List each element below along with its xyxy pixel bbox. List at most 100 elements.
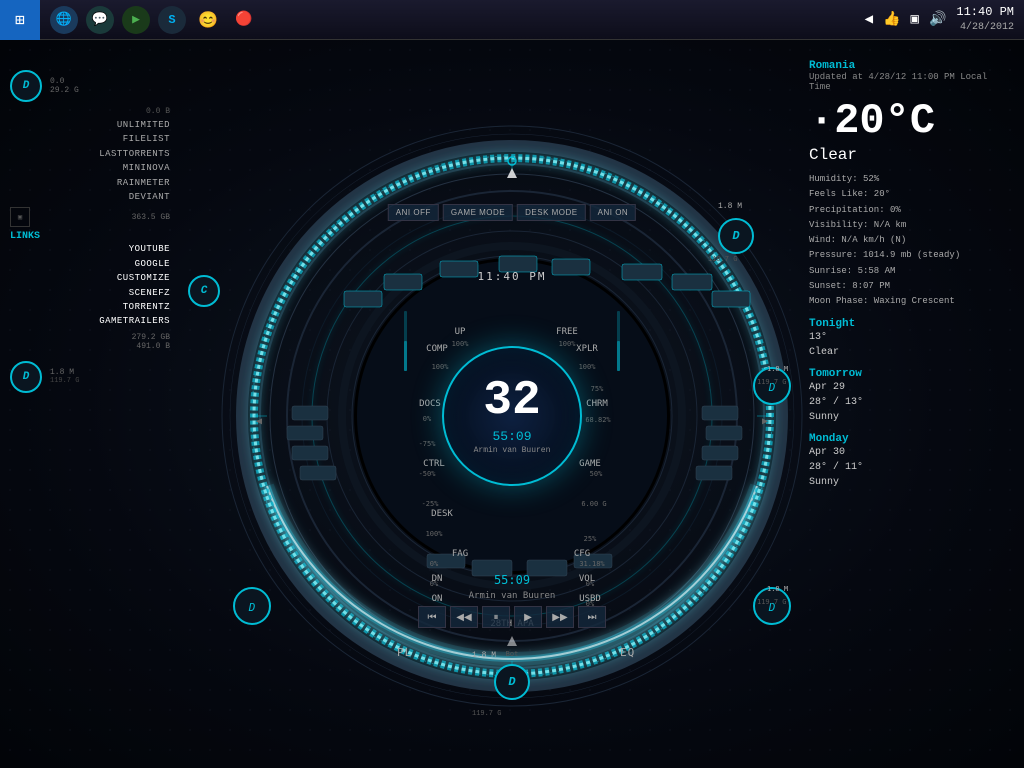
- svg-text:GAME: GAME: [579, 459, 601, 469]
- svg-text:100%: 100%: [426, 530, 444, 538]
- sunset: Sunset: 8:07 PM: [809, 279, 1009, 294]
- left-rainmeter[interactable]: RAINMETER: [10, 176, 170, 190]
- media-controls: ⏮ ◀◀ ⏸ ▶ ▶▶ ⏭: [418, 606, 606, 628]
- taskbar-skype-icon[interactable]: S: [158, 6, 186, 34]
- weather-updated: Updated at 4/28/12 11:00 PM Local Time: [809, 72, 1009, 92]
- svg-text:0%: 0%: [430, 580, 439, 588]
- svg-text:1.8 M: 1.8 M: [767, 365, 788, 373]
- svg-text:-50%: -50%: [419, 470, 437, 478]
- left-storage-icon: ▣: [10, 207, 30, 227]
- left-deviant[interactable]: DEVIANT: [10, 190, 170, 204]
- svg-text:1.8 M: 1.8 M: [767, 585, 788, 593]
- app-red-icon: 🔴: [235, 11, 252, 28]
- ani-off-button[interactable]: ANI OFF: [388, 204, 439, 221]
- tonight-forecast: Tonight 13° Clear: [809, 318, 1009, 360]
- rewind-button[interactable]: ◀◀: [450, 606, 478, 628]
- svg-text:D: D: [248, 601, 256, 614]
- svg-text:DOCS: DOCS: [419, 399, 441, 409]
- svg-text:55:09: 55:09: [494, 573, 530, 587]
- visibility: Visibility: N/A km: [809, 218, 1009, 233]
- media-play-icon: ▶: [132, 12, 140, 27]
- left-google[interactable]: GOOGLE: [10, 257, 170, 271]
- left-storage-bottom: 363.5 GB: [132, 213, 170, 222]
- left-gametrailers[interactable]: GAMETRAILERS: [10, 314, 170, 328]
- svg-text:0%: 0%: [586, 580, 595, 588]
- feels-like: Feels Like: 20°: [809, 187, 1009, 202]
- left-bottom-size: 1.8 M 119.7 G: [50, 368, 79, 385]
- tomorrow-condition: Sunny: [809, 410, 1009, 425]
- svg-text:▶: ▶: [762, 416, 768, 427]
- humidity: Humidity: 52%: [809, 172, 1009, 187]
- taskbar-chat-icon[interactable]: 💬: [86, 6, 114, 34]
- left-filelist[interactable]: FILELIST: [10, 132, 170, 146]
- monday-condition: Sunny: [809, 475, 1009, 490]
- svg-text:100%: 100%: [452, 340, 470, 348]
- main-area: D 0.0 29.2 G 0.0 B UNLIMITED FILELIST LA…: [0, 40, 1024, 768]
- svg-text:-25%: -25%: [422, 500, 440, 508]
- play-button[interactable]: ▶: [514, 606, 542, 628]
- desk-mode-button[interactable]: DESK MODE: [517, 204, 586, 221]
- svg-text:0%: 0%: [423, 415, 432, 423]
- svg-text:0%: 0%: [430, 560, 439, 568]
- next-track-button[interactable]: ⏭: [578, 606, 606, 628]
- left-torrentz[interactable]: TORRENTZ: [10, 300, 170, 314]
- thumbs-up-icon[interactable]: 👍: [883, 11, 900, 28]
- moon-phase: Moon Phase: Waxing Crescent: [809, 294, 1009, 309]
- weather-condition: Clear: [809, 146, 1009, 164]
- back-arrow-icon[interactable]: ◀: [865, 11, 873, 28]
- svg-text:100%: 100%: [559, 340, 577, 348]
- svg-text:31.18%: 31.18%: [579, 560, 605, 568]
- center-display: 32 55:09 Armin van Buuren: [442, 346, 582, 486]
- sunrise: Sunrise: 5:58 AM: [809, 264, 1009, 279]
- weather-temperature: ·20°C: [809, 100, 1009, 142]
- bottom-d-size: 1.8 M: [472, 651, 496, 660]
- pause-button[interactable]: ⏸: [482, 606, 510, 628]
- ani-on-button[interactable]: ANI ON: [590, 204, 637, 221]
- emoji-icon: 😊: [198, 10, 218, 30]
- taskbar-browser-icon[interactable]: 🌐: [50, 6, 78, 34]
- taskbar-media-icon[interactable]: ▶: [122, 6, 150, 34]
- game-mode-button[interactable]: GAME MODE: [443, 204, 513, 221]
- taskbar-right: ◀ 👍 ▣ 🔊 11:40 PM 4/28/2012: [855, 5, 1024, 34]
- svg-text:119.7 G: 119.7 G: [757, 378, 787, 386]
- left-storage-top: 0.0 29.2 G: [50, 77, 79, 95]
- taskbar-app-icon[interactable]: 🔴: [230, 6, 258, 34]
- taskbar: ⊞ 🌐 💬 ▶ S 😊 🔴 ◀ 👍 ▣ 🔊 11:40 PM 4/28/2012: [0, 0, 1024, 40]
- svg-text:XPLR: XPLR: [576, 344, 598, 354]
- left-top-d-indicator: D: [10, 70, 42, 102]
- volume-icon[interactable]: 🔊: [929, 11, 946, 28]
- fast-forward-button[interactable]: ▶▶: [546, 606, 574, 628]
- start-button[interactable]: ⊞: [0, 0, 40, 40]
- svg-text:50%: 50%: [590, 470, 603, 478]
- svg-text:ON: ON: [432, 594, 443, 604]
- svg-text:CHRM: CHRM: [586, 399, 608, 409]
- display-icon[interactable]: ▣: [911, 11, 919, 28]
- clock-display: 11:40 PM 4/28/2012: [956, 5, 1014, 34]
- left-mininova[interactable]: MININOVA: [10, 161, 170, 175]
- svg-text:FAG: FAG: [452, 549, 468, 559]
- svg-text:Armin van Buuren: Armin van Buuren: [469, 591, 556, 601]
- left-customize[interactable]: CUSTOMIZE: [10, 271, 170, 285]
- tomorrow-forecast: Tomorrow Apr 29 28° / 13° Sunny: [809, 368, 1009, 425]
- tomorrow-label: Tomorrow: [809, 368, 1009, 380]
- prev-track-button[interactable]: ⏮: [418, 606, 446, 628]
- track-time: 55:09: [492, 429, 531, 444]
- left-unlimited[interactable]: UNLIMITED: [10, 118, 170, 132]
- tomorrow-date: Apr 29: [809, 380, 1009, 395]
- left-scenefz[interactable]: SCENEFZ: [10, 286, 170, 300]
- svg-text:100%: 100%: [579, 363, 597, 371]
- svg-text:CFG: CFG: [574, 549, 590, 559]
- cpu-value: 32: [483, 377, 541, 425]
- bottom-center-d-indicator: D: [494, 664, 530, 700]
- tonight-label: Tonight: [809, 318, 1009, 330]
- taskbar-emoji-icon[interactable]: 😊: [194, 6, 222, 34]
- left-youtube[interactable]: YOUTUBE: [10, 242, 170, 256]
- left-storage2: 279.2 GB: [10, 333, 170, 342]
- left-lasttorrents[interactable]: LASTTORRENTS: [10, 147, 170, 161]
- left-storage-label-1: 0.0 B: [146, 107, 170, 116]
- precipitation: Precipitation: 0%: [809, 203, 1009, 218]
- bottom-d-sub: 119.7 G: [472, 710, 501, 718]
- svg-text:25%: 25%: [584, 535, 597, 543]
- left-bottom-d-indicator: D: [10, 361, 42, 393]
- monday-label: Monday: [809, 433, 1009, 445]
